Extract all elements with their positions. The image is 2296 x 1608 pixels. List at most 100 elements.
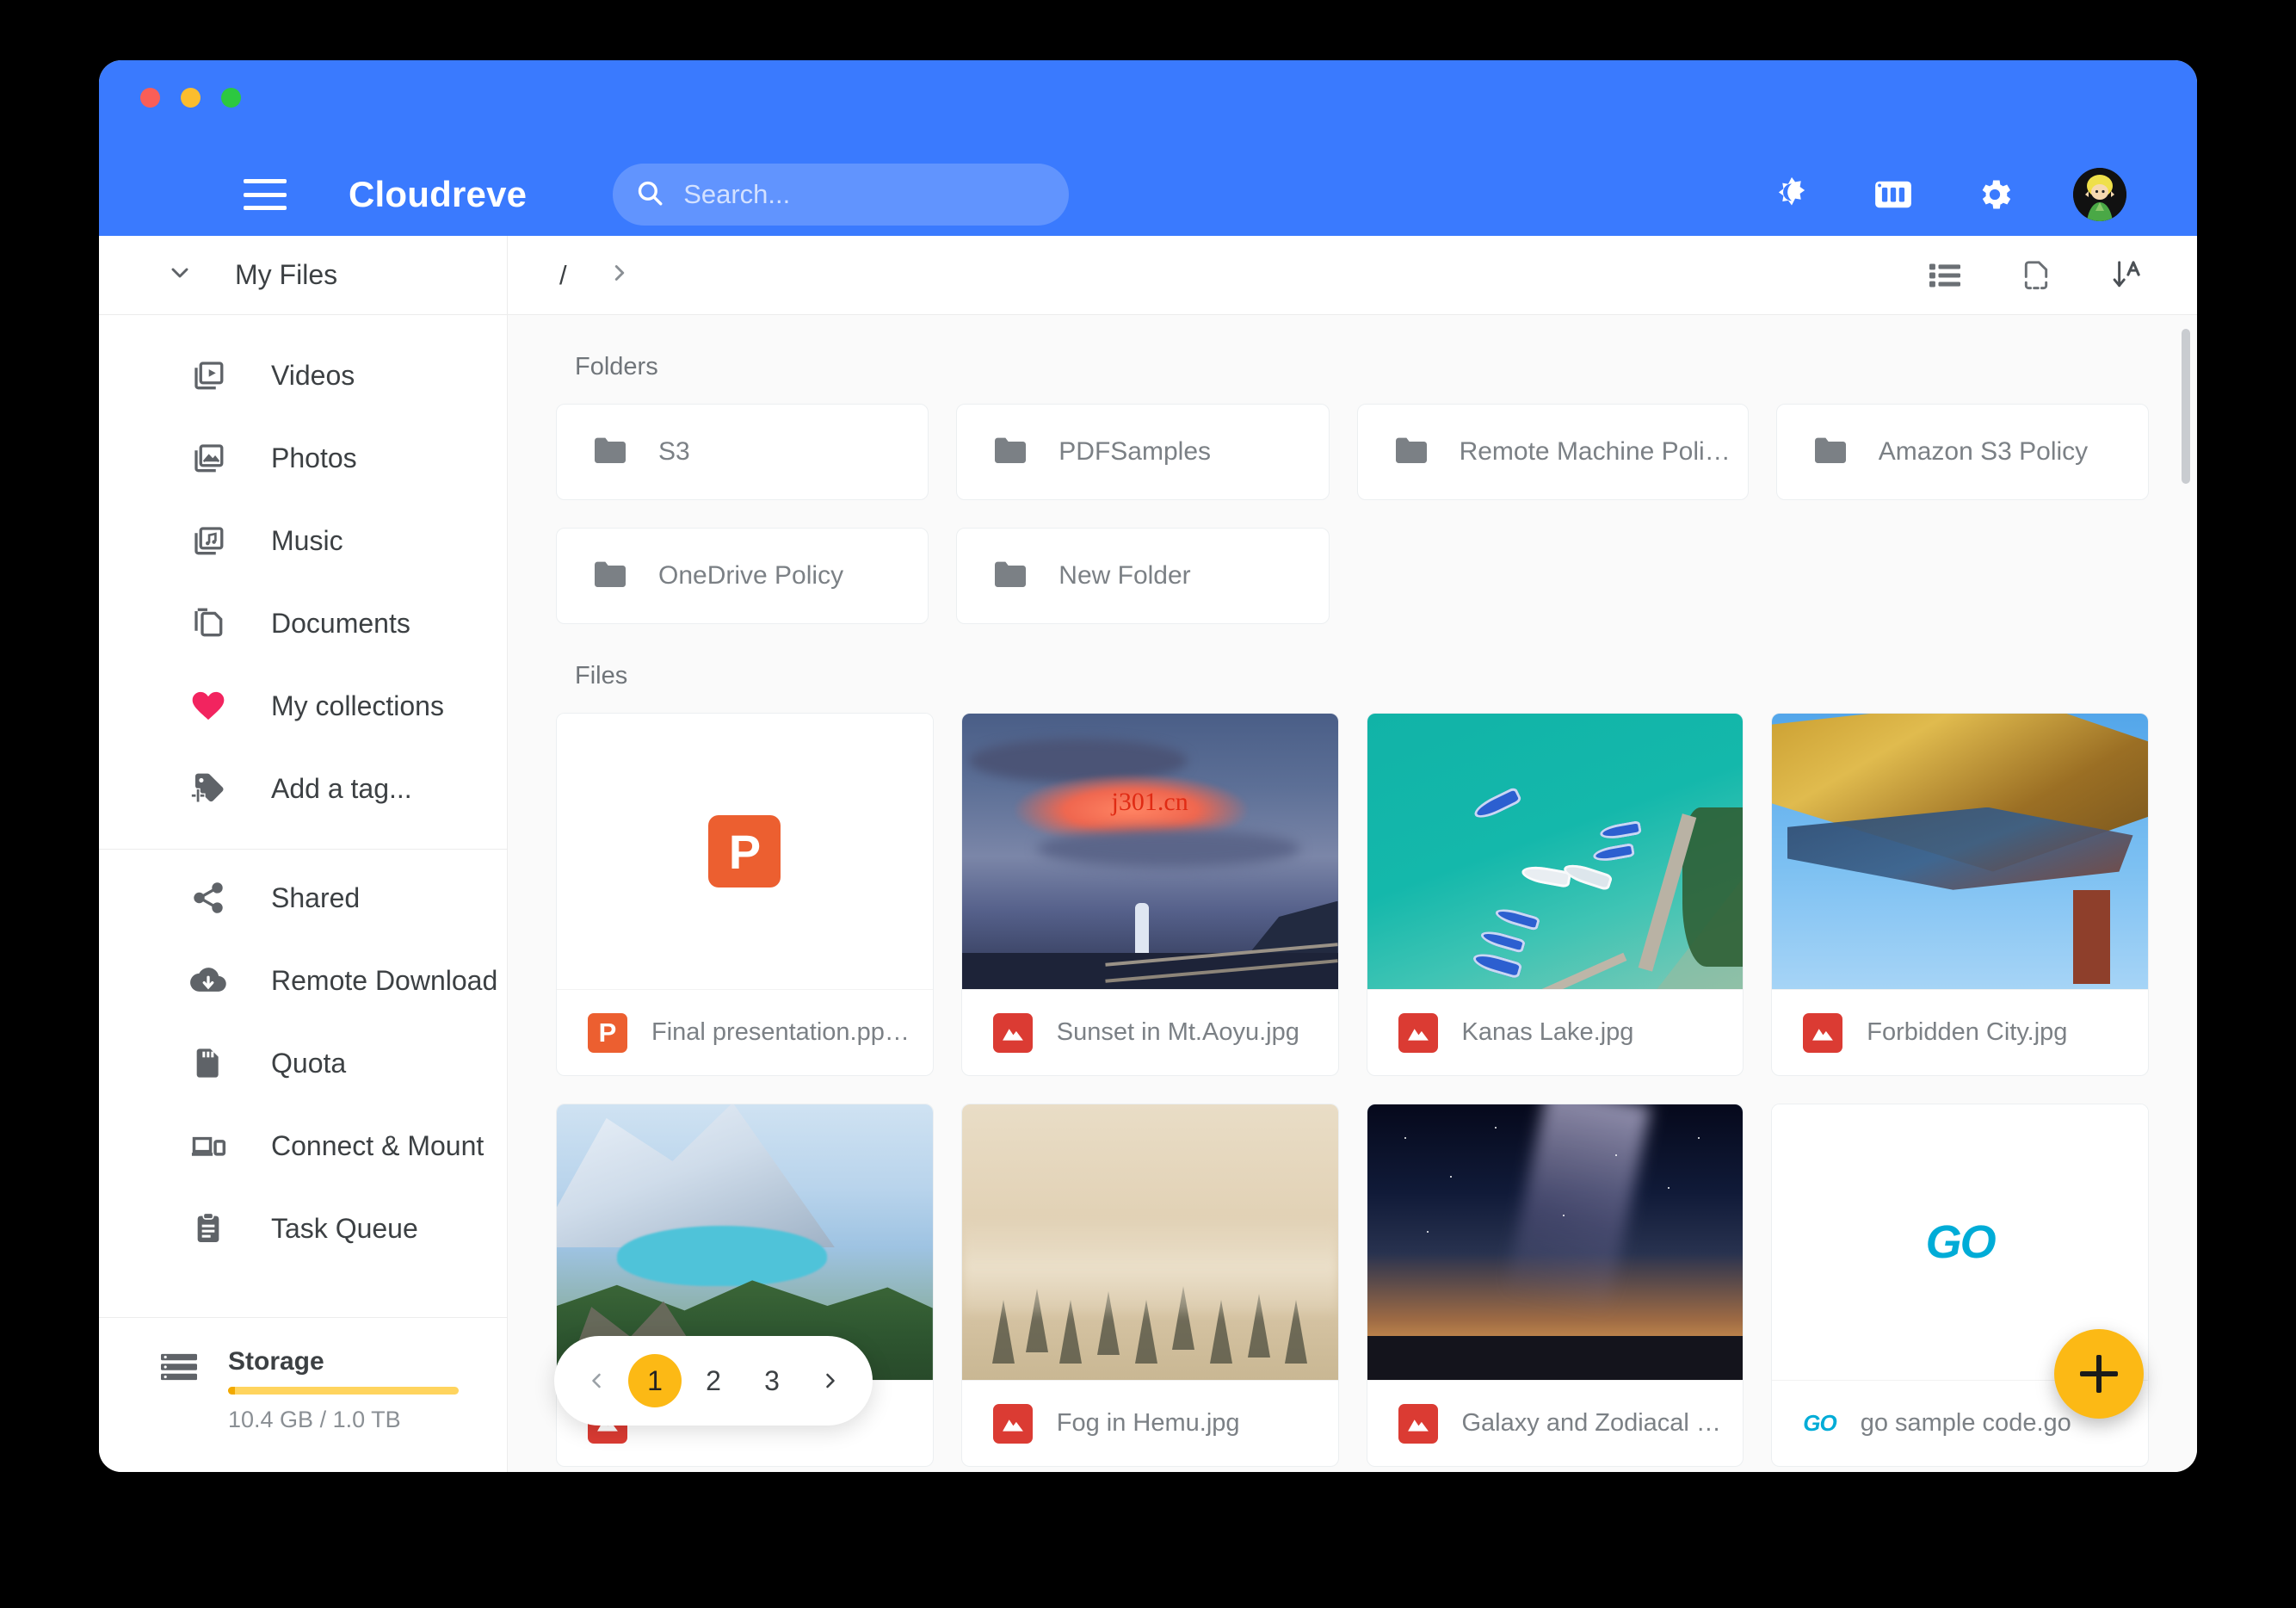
brightness-icon[interactable] (1768, 171, 1815, 218)
folder-icon (593, 560, 627, 593)
search-placeholder: Search... (683, 179, 791, 209)
minimize-window-button[interactable] (181, 88, 201, 108)
file-card[interactable]: Fog in Hemu.jpg (960, 1104, 1339, 1467)
music-library-icon (188, 523, 228, 559)
pagination-page-2[interactable]: 2 (687, 1354, 740, 1407)
sort-az-icon[interactable] (2108, 256, 2147, 295)
sidebar-item-remote-download[interactable]: Remote Download (99, 939, 507, 1022)
sidebar-item-label: Music (271, 524, 343, 556)
image-icon (1398, 1012, 1438, 1053)
sidebar-item-videos[interactable]: Videos (99, 334, 507, 417)
chevron-left-icon[interactable] (570, 1354, 623, 1407)
content-toolbar: / (508, 236, 2197, 315)
sidebar-item-task-queue[interactable]: Task Queue (99, 1187, 507, 1270)
sidebar-item-label: Add a tag... (271, 772, 412, 804)
toolbar-actions (1925, 256, 2147, 295)
header-actions (1768, 168, 2126, 221)
folder-icon (993, 560, 1028, 593)
storage-progress-bar (228, 1387, 459, 1395)
chevron-right-icon[interactable] (804, 1354, 857, 1407)
file-card[interactable]: Kanas Lake.jpg (1366, 713, 1744, 1076)
gear-icon[interactable] (1972, 171, 2018, 218)
sidebar-item-documents[interactable]: Documents (99, 582, 507, 665)
storage-summary[interactable]: Storage 10.4 GB / 1.0 TB (99, 1317, 507, 1472)
folder-name: PDFSamples (1059, 437, 1211, 466)
share-icon (188, 880, 228, 916)
go-icon: GO (1925, 1216, 1997, 1268)
folder-name: Amazon S3 Policy (1878, 437, 2089, 466)
file-name: Forbidden City.jpg (1867, 1018, 2068, 1046)
sidebar-root-my-files[interactable]: My Files (99, 236, 507, 315)
content-area: / Folders S3 PDFSamples Remote Machine P… (508, 236, 2197, 1472)
heart-icon (188, 687, 228, 725)
add-button[interactable] (2054, 1329, 2144, 1419)
file-name: go sample code.go (1860, 1409, 2071, 1437)
folder-card[interactable]: PDFSamples (956, 404, 1330, 500)
folder-name: New Folder (1059, 561, 1191, 590)
hamburger-icon[interactable] (244, 179, 287, 210)
image-icon (992, 1403, 1033, 1444)
app-header: Cloudreve Search... (99, 60, 2197, 236)
chevron-right-icon[interactable] (607, 260, 633, 290)
file-card[interactable]: j301.cn Sunset in Mt.Aoyu.jpg (960, 713, 1339, 1076)
sd-card-icon (188, 1046, 228, 1080)
storage-rows-icon (161, 1352, 197, 1386)
file-card[interactable]: Galaxy and Zodiacal … (1366, 1104, 1744, 1467)
folder-card[interactable]: Amazon S3 Policy (1775, 404, 2149, 500)
list-view-icon[interactable] (1925, 256, 1965, 295)
sidebar-item-label: Task Queue (271, 1212, 418, 1244)
file-thumbnail: P (557, 714, 933, 989)
sidebar-item-my-collections[interactable]: My collections (99, 665, 507, 747)
file-card[interactable]: P P Final presentation.pp… (556, 713, 934, 1076)
folder-name: Remote Machine Poli… (1459, 437, 1731, 466)
file-name: Final presentation.pp… (651, 1018, 910, 1046)
sidebar-item-label: Remote Download (271, 964, 498, 996)
vertical-scrollbar[interactable] (2182, 329, 2190, 484)
sidebar-item-connect-and-mount[interactable]: Connect & Mount (99, 1104, 507, 1187)
photo-library-icon (188, 440, 228, 476)
folder-name: S3 (658, 437, 690, 466)
file-thumbnail (1367, 714, 1744, 989)
search-input[interactable]: Search... (613, 164, 1070, 226)
file-name: Sunset in Mt.Aoyu.jpg (1056, 1018, 1299, 1046)
folder-card[interactable]: New Folder (956, 528, 1330, 624)
image-watermark: j301.cn (1111, 788, 1188, 817)
image-icon (1398, 1403, 1438, 1444)
storage-title: Storage (228, 1347, 324, 1376)
close-window-button[interactable] (140, 88, 160, 108)
image-icon (1803, 1012, 1843, 1053)
window-traffic-lights (140, 88, 241, 108)
app-window: Cloudreve Search... My Files Videos Phot… (99, 60, 2197, 1472)
sidebar-item-shared[interactable]: Shared (99, 857, 507, 939)
pagination-page-3[interactable]: 3 (745, 1354, 799, 1407)
breadcrumb-root[interactable]: / (559, 260, 567, 291)
documents-icon (188, 605, 228, 641)
sidebar-item-label: Photos (271, 442, 357, 473)
folder-icon (1813, 436, 1848, 469)
storage-icon[interactable] (1870, 171, 1916, 218)
sidebar-item-label: Videos (271, 359, 355, 391)
sidebar-item-photos[interactable]: Photos (99, 417, 507, 499)
image-icon (992, 1012, 1033, 1053)
sidebar-item-music[interactable]: Music (99, 499, 507, 582)
plus-icon (2080, 1355, 2118, 1393)
file-card[interactable]: Forbidden City.jpg (1771, 713, 2149, 1076)
pagination: 1 2 3 (554, 1336, 873, 1426)
files-section-label: Files (575, 662, 628, 690)
folder-icon (593, 436, 627, 469)
folder-card[interactable]: S3 (556, 404, 929, 500)
file-dashed-icon[interactable] (2016, 256, 2056, 295)
pagination-page-1[interactable]: 1 (628, 1354, 682, 1407)
folder-icon (1394, 436, 1429, 469)
folders-section-label: Folders (575, 353, 658, 380)
avatar[interactable] (2073, 168, 2126, 221)
folder-card[interactable]: OneDrive Policy (556, 528, 929, 624)
cloud-download-icon (188, 962, 228, 999)
maximize-window-button[interactable] (221, 88, 241, 108)
clipboard-icon (188, 1211, 228, 1246)
sidebar-item-add-a-tag[interactable]: Add a tag... (99, 747, 507, 830)
sidebar-divider (99, 849, 507, 850)
search-icon (635, 178, 664, 212)
folder-card[interactable]: Remote Machine Poli… (1356, 404, 1749, 500)
sidebar-item-quota[interactable]: Quota (99, 1022, 507, 1104)
